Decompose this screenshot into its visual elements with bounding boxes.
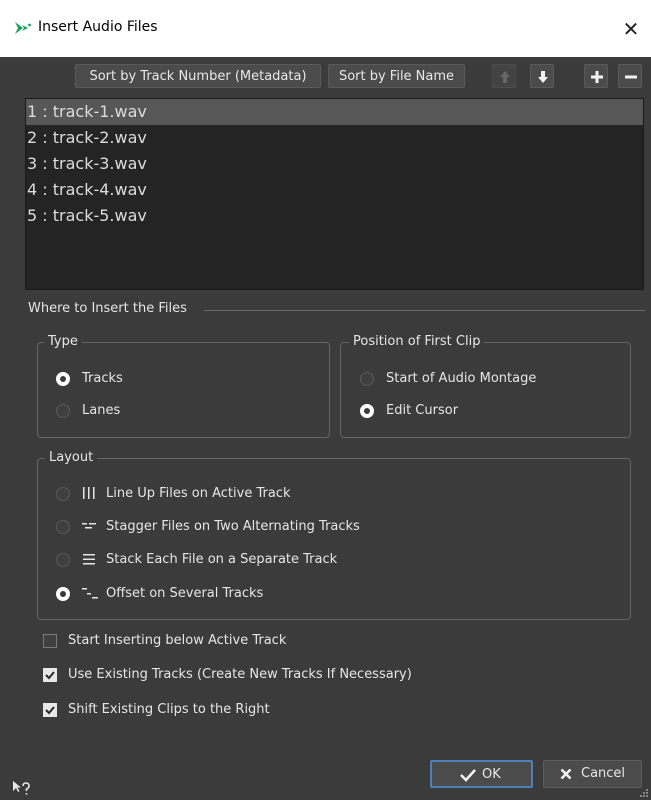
layout-stack-label: Stack Each File on a Separate Track xyxy=(106,552,338,567)
list-item[interactable]: 4 : track-4.wav xyxy=(26,177,643,203)
layout-offset-label: Offset on Several Tracks xyxy=(106,586,264,601)
type-group-title: Type xyxy=(44,334,82,349)
position-start-label: Start of Audio Montage xyxy=(386,371,537,386)
insert-section-title: Where to Insert the Files xyxy=(28,301,187,316)
use-existing-tracks-checkbox[interactable] xyxy=(43,668,57,682)
layout-line-up-radio[interactable] xyxy=(56,487,70,501)
shift-existing-clips-label: Shift Existing Clips to the Right xyxy=(68,702,270,717)
arrow-up-icon xyxy=(500,71,510,83)
title-bar: Insert Audio Files ✕ xyxy=(0,0,651,57)
checkmark-icon xyxy=(45,671,55,680)
layout-stack-radio[interactable] xyxy=(56,553,70,567)
remove-file-button[interactable] xyxy=(618,64,642,88)
stagger-icon xyxy=(82,523,96,529)
line-up-icon xyxy=(83,487,95,499)
add-file-button[interactable] xyxy=(584,64,608,88)
offset-icon xyxy=(82,588,98,599)
wavelab-app-icon xyxy=(15,22,31,34)
type-lanes-label: Lanes xyxy=(82,403,121,418)
close-icon: ✕ xyxy=(622,17,640,41)
layout-stagger-radio[interactable] xyxy=(56,520,70,534)
start-below-active-checkbox[interactable] xyxy=(43,634,57,648)
type-tracks-radio[interactable] xyxy=(56,372,70,386)
section-divider xyxy=(204,310,645,311)
layout-line-up-label: Line Up Files on Active Track xyxy=(106,486,291,501)
list-item[interactable]: 2 : track-2.wav xyxy=(26,125,643,151)
type-group xyxy=(37,342,330,438)
list-item[interactable]: 1 : track-1.wav xyxy=(26,99,643,125)
shift-existing-clips-checkbox[interactable] xyxy=(43,703,57,717)
position-edit-cursor-label: Edit Cursor xyxy=(386,403,459,418)
move-up-button[interactable] xyxy=(492,64,516,88)
help-cursor-icon[interactable] xyxy=(12,780,32,798)
stack-icon xyxy=(83,554,95,565)
layout-group-title: Layout xyxy=(45,450,98,465)
list-item[interactable]: 3 : track-3.wav xyxy=(26,151,643,177)
x-icon xyxy=(560,768,572,780)
window-title: Insert Audio Files xyxy=(38,19,158,35)
sort-by-track-number-button[interactable]: Sort by Track Number (Metadata) xyxy=(75,64,321,88)
layout-stagger-label: Stagger Files on Two Alternating Tracks xyxy=(106,519,360,534)
position-edit-cursor-radio[interactable] xyxy=(360,404,374,418)
close-button[interactable]: ✕ xyxy=(611,10,651,48)
file-list[interactable]: 1 : track-1.wav 2 : track-2.wav 3 : trac… xyxy=(25,98,644,290)
checkmark-icon xyxy=(460,769,476,782)
position-start-radio[interactable] xyxy=(360,372,374,386)
list-item[interactable]: 5 : track-5.wav xyxy=(26,203,643,229)
ok-label: OK xyxy=(482,767,501,782)
cancel-button[interactable]: Cancel xyxy=(543,760,642,788)
minus-icon xyxy=(625,75,637,79)
resize-grip-icon[interactable] xyxy=(639,788,649,798)
type-lanes-radio[interactable] xyxy=(56,404,70,418)
start-below-active-label: Start Inserting below Active Track xyxy=(68,633,287,648)
move-down-button[interactable] xyxy=(530,64,554,88)
cancel-label: Cancel xyxy=(581,766,626,781)
position-group-title: Position of First Clip xyxy=(349,334,485,349)
ok-button[interactable]: OK xyxy=(430,760,533,788)
plus-icon xyxy=(591,71,603,83)
checkmark-icon xyxy=(45,706,55,715)
sort-by-file-name-button[interactable]: Sort by File Name xyxy=(328,64,465,88)
position-group xyxy=(340,342,631,438)
layout-offset-radio[interactable] xyxy=(56,587,70,601)
type-tracks-label: Tracks xyxy=(82,371,123,386)
arrow-down-icon xyxy=(538,71,548,83)
use-existing-tracks-label: Use Existing Tracks (Create New Tracks I… xyxy=(68,667,412,682)
